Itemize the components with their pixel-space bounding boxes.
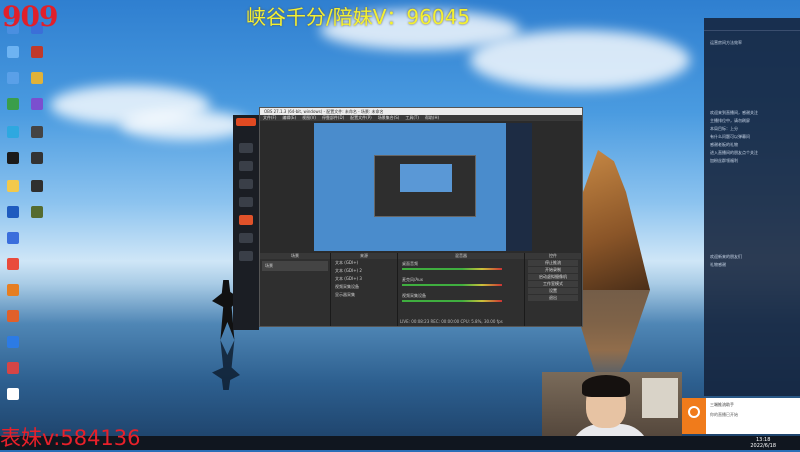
sidebar-item-live[interactable] — [239, 215, 253, 225]
audio-meter — [402, 284, 502, 286]
exit-button[interactable]: 退出 — [528, 295, 578, 301]
mixer-track-label: 桌面音频 — [402, 261, 418, 266]
desktop-icon[interactable] — [2, 336, 24, 349]
studio-mode-button[interactable]: 工作室模式 — [528, 281, 578, 287]
desktop-icon[interactable] — [2, 126, 24, 139]
chat-line: 本局目标：上分 — [710, 126, 738, 131]
desktop-icon[interactable] — [2, 284, 24, 297]
chat-line: 有什么问题可以弹幕问 — [710, 134, 750, 139]
obs-menubar: 文件(F) 编辑(E) 视图(V) 停靠部件(D) 配置文件(P) 场景集合(S… — [260, 115, 582, 121]
silhouette-reflection — [212, 340, 240, 390]
chat-line: 加粉丝群领福利 — [710, 158, 738, 163]
app-icon — [682, 398, 706, 434]
desktop-icon[interactable] — [26, 206, 48, 219]
menu-file[interactable]: 文件(F) — [263, 115, 276, 121]
desktop-icon[interactable] — [2, 72, 24, 85]
notification-title: 三端推流助手 — [710, 402, 734, 407]
obs-window: OBS 27.1.3 (64-bit, windows) - 配置文件: 未命名… — [259, 107, 583, 327]
desktop-icon[interactable] — [2, 232, 24, 245]
source-item[interactable]: 文本 (GDI+) — [331, 259, 397, 267]
preview-side-panel — [506, 123, 532, 251]
source-item[interactable]: 文本 (GDI+) 3 — [331, 275, 397, 283]
controls-header: 控件 — [525, 253, 581, 259]
audio-meter — [402, 268, 502, 270]
sidebar-item[interactable] — [239, 143, 253, 153]
overlay-bottom-left: 表妹v:584136 — [0, 426, 141, 450]
menu-docks[interactable]: 停靠部件(D) — [322, 115, 344, 121]
clock-date: 2022/6/18 — [750, 443, 776, 449]
menu-scene-collection[interactable]: 场景集合(S) — [378, 115, 400, 121]
taskbar-clock[interactable]: 13:18 2022/6/18 — [750, 437, 776, 449]
obs-docks: 场景 场景 来源 文本 (GDI+) 文本 (GDI+) 2 文本 (GDI+)… — [260, 253, 582, 326]
sidebar-item[interactable] — [239, 233, 253, 243]
desktop-icon[interactable] — [26, 46, 48, 59]
desktop-icon[interactable] — [26, 180, 48, 193]
obs-titlebar: OBS 27.1.3 (64-bit, windows) - 配置文件: 未命名… — [260, 108, 582, 115]
obs-preview[interactable] — [314, 123, 532, 251]
menu-profile[interactable]: 配置文件(P) — [350, 115, 372, 121]
mixer-track-label: 视频采集设备 — [402, 293, 426, 298]
sidebar-item[interactable] — [239, 251, 253, 261]
desktop-icon[interactable] — [2, 310, 24, 323]
scene-item[interactable]: 场景 — [262, 261, 328, 271]
chat-line: 欢迎新来的朋友们 — [710, 254, 742, 259]
mixer-dock: 混音器 桌面音频 麦克风/Aux 视频采集设备 — [398, 253, 525, 326]
source-item[interactable]: 视频采集设备 — [331, 283, 397, 291]
desktop-icon[interactable] — [2, 180, 24, 193]
desktop-icon[interactable] — [2, 152, 24, 165]
desktop-icon[interactable] — [2, 388, 24, 401]
menu-view[interactable]: 视图(V) — [302, 115, 316, 121]
chat-line: 礼物感谢 — [710, 262, 726, 267]
obs-status-bar: LIVE: 00:08:23 REC: 00:00:00 CPU: 5.8%, … — [400, 319, 503, 324]
menu-edit[interactable]: 编辑(E) — [282, 115, 296, 121]
sidebar-item[interactable] — [239, 197, 253, 207]
chat-panel-header — [704, 18, 800, 31]
chat-line: 进入直播间的朋友点个关注 — [710, 150, 758, 155]
source-item[interactable]: 显示器采集 — [331, 291, 397, 299]
chat-line: 欢迎来到直播间，感谢关注 — [710, 110, 758, 115]
obs-window-title: OBS 27.1.3 (64-bit, windows) - 配置文件: 未命名… — [264, 109, 384, 114]
settings-button[interactable]: 设置 — [528, 288, 578, 294]
virtual-camera-button[interactable]: 启动虚拟摄像机 — [528, 274, 578, 280]
desktop-icon[interactable] — [2, 258, 24, 271]
desktop-icon[interactable] — [26, 126, 48, 139]
desktop-icon[interactable] — [26, 98, 48, 111]
notification-body: 你的直播已开始 — [710, 412, 738, 417]
overlay-top-banner: 峡谷千分/陪妹V：96045 — [246, 5, 471, 29]
scenes-dock: 场景 场景 — [260, 253, 331, 326]
audio-meter — [402, 300, 502, 302]
desktop-icon[interactable] — [2, 98, 24, 111]
controls-dock: 控件 停止推流 开始录制 启动虚拟摄像机 工作室模式 设置 退出 — [525, 253, 581, 326]
chat-line: 运营房间方法效率 — [710, 40, 742, 45]
chat-line: 感谢老板的礼物 — [710, 142, 738, 147]
menu-tools[interactable]: 工具(T) — [405, 115, 419, 121]
live-app-sidebar — [233, 115, 259, 330]
desktop-icon[interactable] — [2, 362, 24, 375]
sidebar-item[interactable] — [239, 179, 253, 189]
desktop-icon[interactable] — [2, 206, 24, 219]
overlay-corner-title: 909 — [2, 0, 58, 33]
nested-preview — [374, 155, 476, 217]
chat-line: 主播排位中，请勿刷屏 — [710, 118, 750, 123]
mixer-track-label: 麦克风/Aux — [402, 277, 423, 282]
sources-dock: 来源 文本 (GDI+) 文本 (GDI+) 2 文本 (GDI+) 3 视频采… — [331, 253, 398, 326]
menu-help[interactable]: 帮助(H) — [425, 115, 439, 121]
chat-panel: 运营房间方法效率 欢迎来到直播间，感谢关注 主播排位中，请勿刷屏 本局目标：上分… — [704, 18, 800, 396]
sidebar-item[interactable] — [239, 161, 253, 171]
desktop-icon[interactable] — [26, 152, 48, 165]
desktop-icon[interactable] — [2, 46, 24, 59]
live-app-logo — [236, 118, 256, 126]
start-recording-button[interactable]: 开始录制 — [528, 267, 578, 273]
source-item[interactable]: 文本 (GDI+) 2 — [331, 267, 397, 275]
toast-notification[interactable]: 三端推流助手 你的直播已开始 — [682, 398, 800, 434]
stop-streaming-button[interactable]: 停止推流 — [528, 260, 578, 266]
desktop-icon[interactable] — [26, 72, 48, 85]
scenes-header: 场景 — [260, 253, 330, 259]
